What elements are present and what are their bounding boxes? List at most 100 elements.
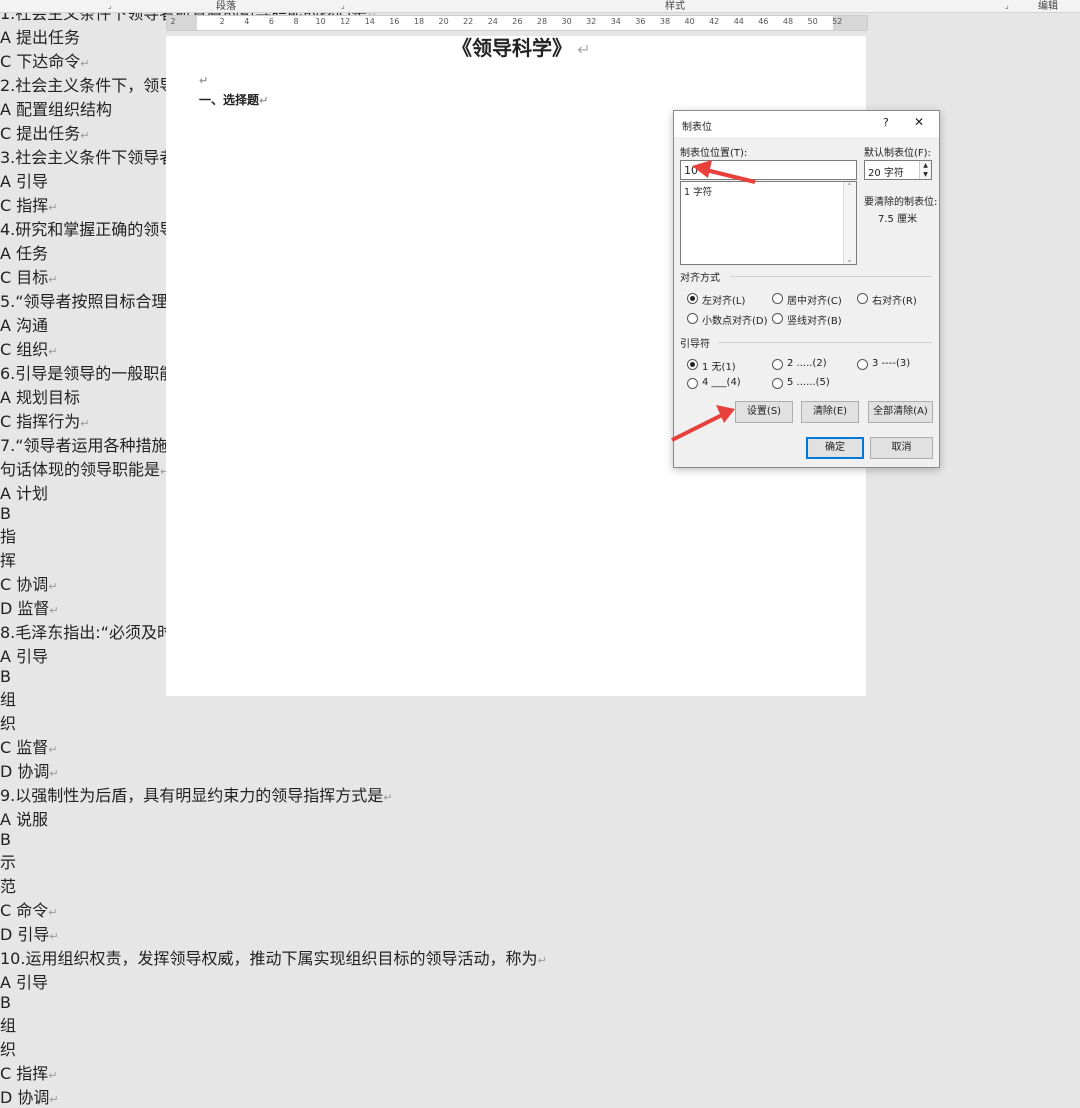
ruler-tick-label: 22	[463, 17, 474, 26]
paragraph-mark-icon: ↵	[48, 273, 58, 286]
leader-option-label[interactable]: 2 .....(2)	[787, 358, 827, 369]
dialog-title: 制表位	[682, 122, 712, 133]
clear-button[interactable]: 清除(E)	[801, 401, 859, 423]
document-line: 织	[0, 714, 17, 733]
ok-button[interactable]: 确定	[806, 437, 864, 459]
paragraph-mark-icon: ↵	[48, 906, 58, 919]
ruler-tick-label: 28	[536, 17, 548, 26]
ruler-tick-label: 46	[758, 17, 769, 26]
alignment-option-label[interactable]: 小数点对齐(D)	[702, 312, 768, 327]
scroll-up-icon[interactable]: ⌃	[846, 182, 853, 191]
to-clear-label: 要清除的制表位:	[864, 197, 938, 208]
styles-launcher-icon[interactable]: ⌟	[1005, 1, 1009, 10]
to-clear-value: 7.5 厘米	[878, 214, 918, 225]
leader-radio[interactable]	[857, 359, 868, 370]
ruler-tick-label: 18	[413, 17, 425, 26]
ruler-tick-label: 10	[315, 17, 326, 26]
ruler-tick-label: 6	[268, 17, 274, 26]
leader-option-label[interactable]: 5 ......(5)	[787, 377, 830, 388]
paragraph-mark-icon: ↵	[48, 743, 58, 756]
default-tab-label: 默认制表位(F):	[864, 148, 931, 159]
alignment-divider	[730, 276, 932, 277]
leader-option-label[interactable]: 1 无(1)	[702, 358, 736, 373]
document-line: D 协调↵	[0, 762, 59, 781]
alignment-option-label[interactable]: 右对齐(R)	[872, 292, 917, 307]
ruler-tick-label: 8	[293, 17, 299, 26]
alignment-radio[interactable]	[772, 293, 783, 304]
scroll-down-icon[interactable]: ⌄	[846, 255, 853, 264]
paragraph-mark-icon: ↵	[48, 345, 58, 358]
ruler-tick-label: 36	[635, 17, 646, 26]
tab-position-input[interactable]: 10	[680, 160, 857, 180]
alignment-radio[interactable]	[857, 293, 868, 304]
ruler-tick-label: 38	[659, 17, 671, 26]
ruler-tick-label: 24	[487, 17, 498, 26]
leader-radio[interactable]	[687, 378, 698, 389]
leader-radio[interactable]	[687, 359, 698, 370]
tab-position-list[interactable]: 1 字符 ⌃ ⌄	[680, 181, 857, 265]
alignment-option-label[interactable]: 左对齐(L)	[702, 292, 745, 307]
clear-all-button[interactable]: 全部清除(A)	[868, 401, 933, 423]
leader-radio[interactable]	[772, 359, 783, 370]
dialog-titlebar	[674, 111, 939, 137]
paragraph-launcher-icon[interactable]: ⌟	[341, 1, 345, 10]
close-icon[interactable]: ✕	[914, 115, 924, 129]
document-line: 10.运用组织权责，发挥领导权威，推动下属实现组织目标的领导活动，称为↵	[0, 949, 547, 968]
ruler-tick-label: 32	[586, 17, 597, 26]
document-line: 织	[0, 1040, 17, 1059]
paragraph-mark-icon: ↵	[49, 767, 59, 780]
document-line: A 引导	[0, 973, 49, 992]
default-tab-stepper[interactable]: 20 字符 ▲ ▼	[864, 160, 932, 180]
document-line: B	[0, 830, 11, 849]
ruler-tick-label: 48	[782, 17, 794, 26]
document-title: 《领导科学》 ↵	[452, 36, 591, 60]
paragraph-mark-icon: ↵	[199, 74, 209, 87]
ruler-tick-label: 50	[807, 17, 818, 26]
ruler-tick-label: 2	[219, 17, 225, 26]
document-line: C 指挥↵	[0, 1064, 58, 1083]
cancel-button[interactable]: 取消	[870, 437, 933, 459]
ruler-tick-label: 44	[733, 17, 744, 26]
leader-option-label[interactable]: 3 ----(3)	[872, 358, 910, 369]
ruler-tick-label: 4	[244, 17, 250, 26]
horizontal-ruler[interactable]: 2 2 4 6 8 10 12 14 16 18 20 22 24 26 28 30 32 34 36 38 40 42 4…	[166, 15, 868, 31]
ruler-tick-label: 42	[709, 17, 720, 26]
leader-option-label[interactable]: 4 ___(4)	[702, 377, 741, 388]
tabs-dialog: 制表位 ? ✕ 制表位位置(T): 10 1 字符 ⌃ ⌄ 默认制表位(F): …	[673, 110, 940, 468]
paragraph-mark-icon: ↵	[80, 417, 90, 430]
alignment-radio[interactable]	[772, 313, 783, 324]
ribbon-strip: 段落 ⌟ ⌟ 样式 ⌟ 编辑	[0, 0, 1080, 13]
ruler-tick-label: 14	[364, 17, 375, 26]
help-icon[interactable]: ?	[883, 116, 889, 129]
document-line: C 命令↵	[0, 901, 58, 920]
list-scrollbar[interactable]: ⌃ ⌄	[843, 182, 856, 264]
document-line: 范	[0, 877, 17, 896]
spin-arrows-icon[interactable]: ▲ ▼	[919, 161, 931, 179]
set-button[interactable]: 设置(S)	[735, 401, 793, 423]
paragraph-mark-icon: ↵	[49, 604, 59, 617]
paragraph-mark-icon: ↵	[383, 791, 393, 804]
ruler-tick-label: 2	[170, 17, 176, 26]
alignment-radio[interactable]	[687, 313, 698, 324]
paragraph-mark-icon: ↵	[48, 201, 58, 214]
leader-radio[interactable]	[772, 378, 783, 389]
ribbon-group-editing: 编辑	[1038, 1, 1058, 12]
paragraph-mark-icon: ↵	[48, 1069, 58, 1082]
ruler-tick-label: 12	[340, 17, 351, 26]
paragraph-mark-icon: ↵	[49, 1093, 59, 1106]
document-line: 组	[0, 1016, 17, 1035]
ruler-tick-label: 26	[512, 17, 523, 26]
document-line: D 引导↵	[0, 925, 59, 944]
dialog-launcher-icon[interactable]: ⌟	[108, 1, 112, 10]
document-line: B	[0, 993, 11, 1012]
document-line: 示	[0, 853, 17, 872]
alignment-option-label[interactable]: 居中对齐(C)	[787, 292, 842, 307]
ribbon-group-paragraph: 段落	[216, 1, 236, 12]
list-item[interactable]: 1 字符	[684, 184, 712, 198]
ruler-tick-label: 16	[389, 17, 400, 26]
alignment-radio[interactable]	[687, 293, 698, 304]
document-line: C 监督↵	[0, 738, 58, 757]
alignment-option-label[interactable]: 竖线对齐(B)	[787, 312, 842, 327]
alignment-group-label: 对齐方式	[680, 273, 720, 284]
leader-divider	[718, 342, 932, 343]
